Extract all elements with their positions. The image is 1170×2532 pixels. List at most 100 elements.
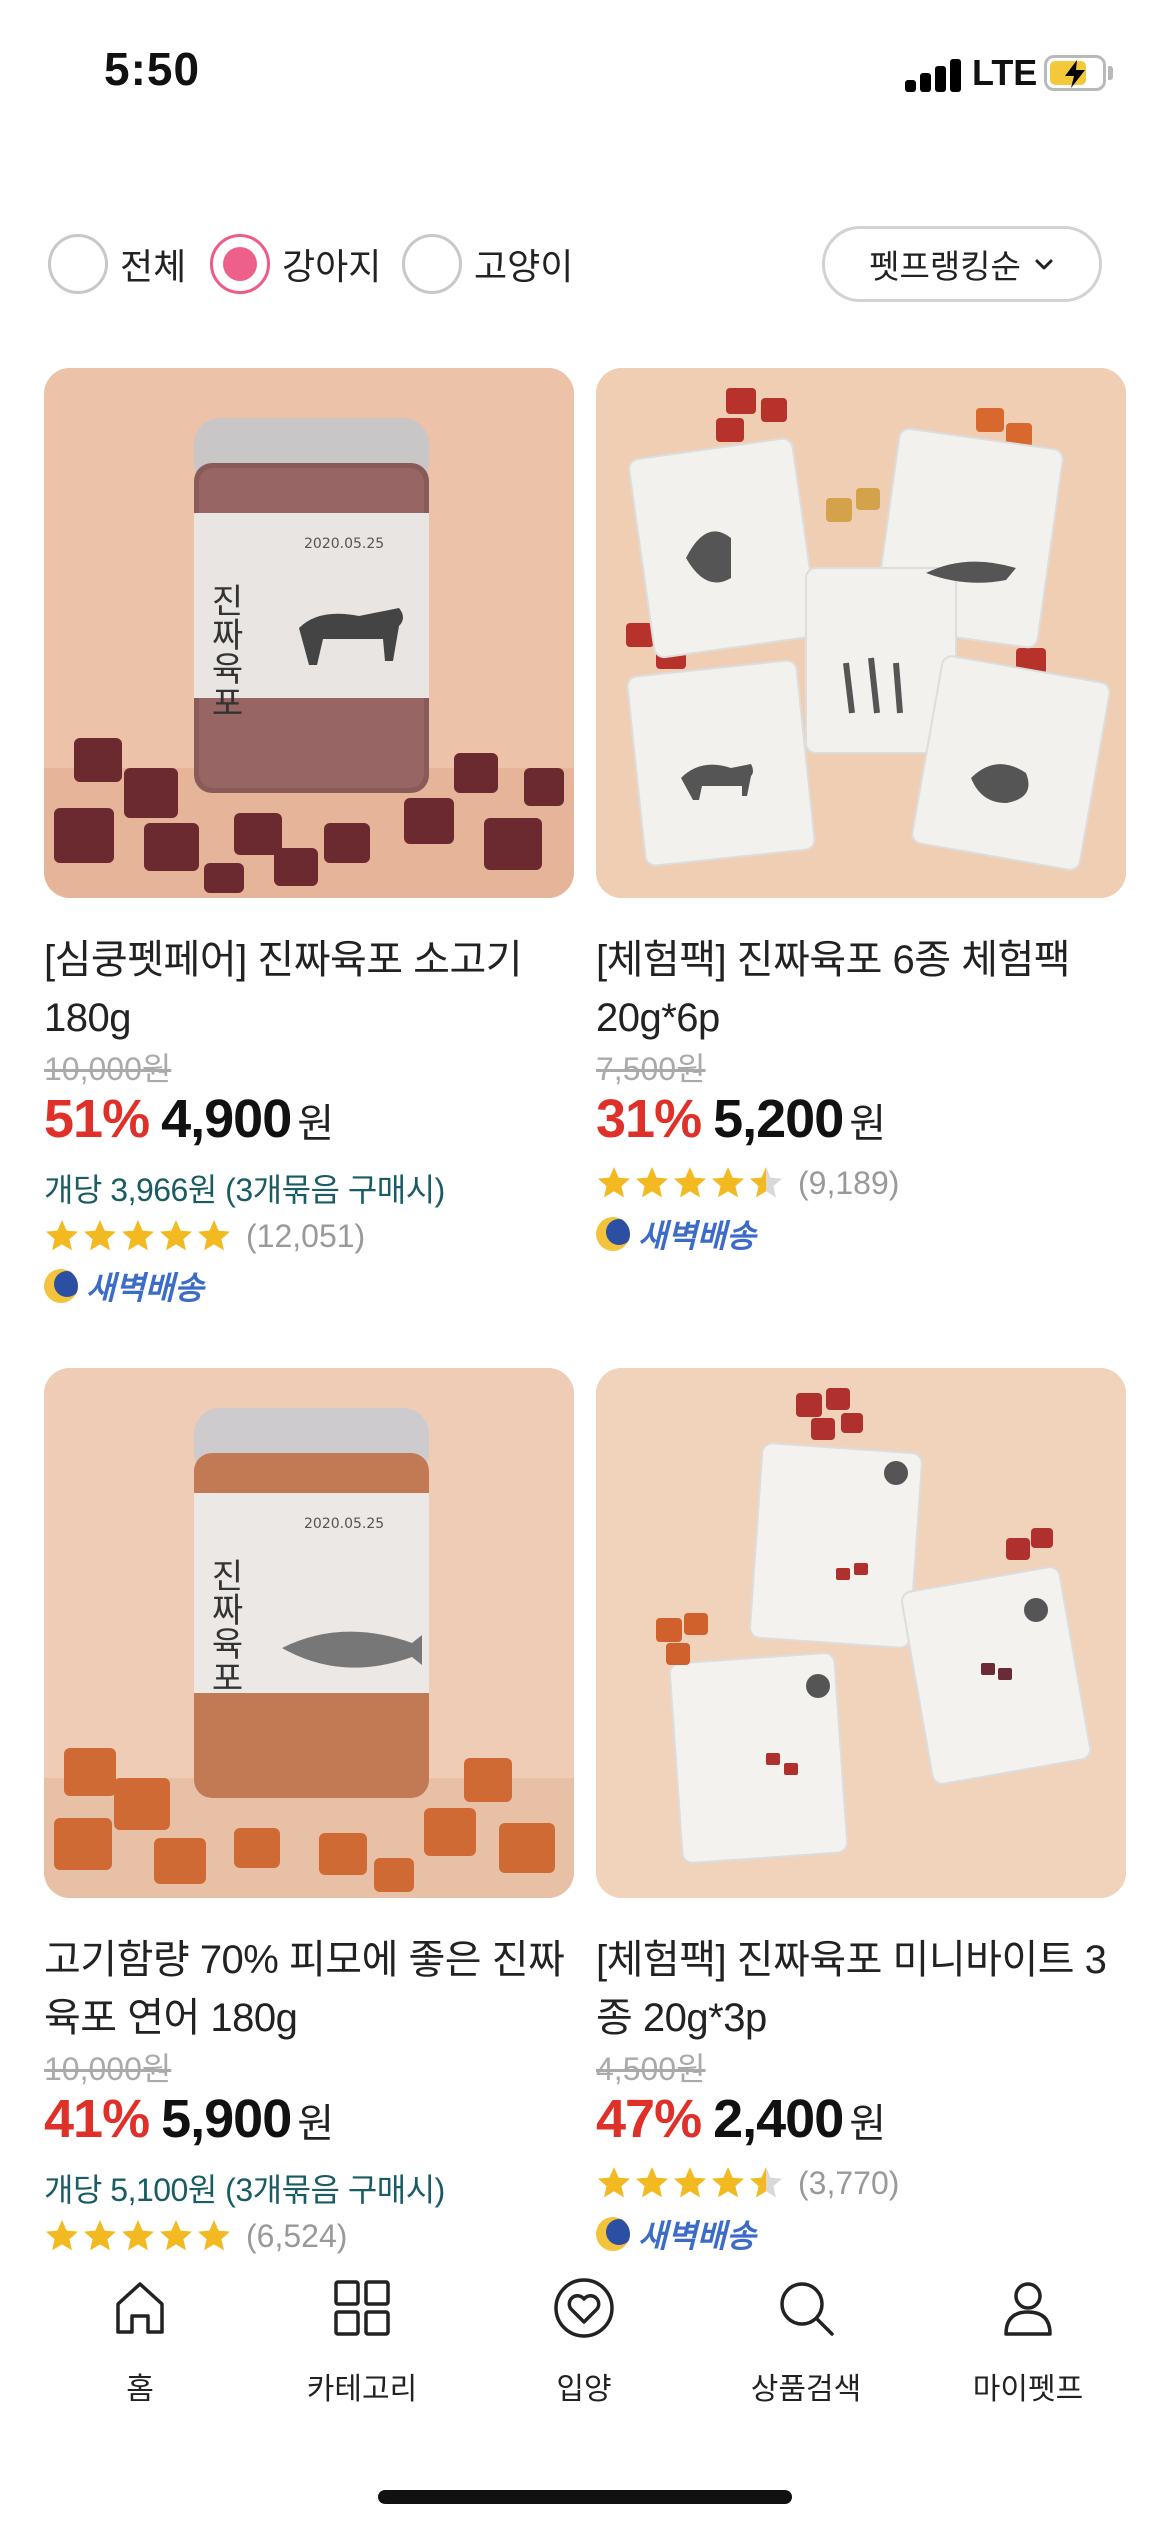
product-card[interactable]: [체험팩] 진짜육포 6종 체험팩 20g*6p 7,500원 31% 5,20… [596,368,1126,1268]
star-rating [596,1165,786,1201]
price-row: 47% 2,400 원 [596,2088,886,2154]
product-title[interactable]: 고기함량 70% 피모에 좋은 진짜육포 연어 180g [44,1931,584,2047]
star-icon [674,1167,706,1198]
moon-icon [596,1217,630,1251]
filter-all[interactable]: 전체 [48,232,186,296]
radio-circle[interactable] [48,234,108,294]
moon-icon [44,1269,78,1303]
jar-date: 2020.05.25 [304,1516,384,1532]
product-card[interactable]: [체험팩] 진짜육포 미니바이트 3종 20g*3p 4,500원 47% 2,… [596,1368,1126,2258]
jar-label: 진짜육포 [204,1558,244,1694]
grid-icon [334,2280,390,2336]
product-image[interactable]: 진짜육포 2020.05.25 [44,1368,574,1898]
star-icon [198,2220,230,2251]
sale-price: 2,400 [713,2089,844,2149]
bottom-nav: 홈 카테고리 입양 상품검색 마이펫프 [0,2258,1170,2408]
discount-rate: 51% [44,1089,150,1149]
nav-adoption[interactable]: 입양 [484,2258,684,2408]
star-icon [84,2220,116,2251]
sale-price: 5,200 [713,1089,844,1149]
price-row: 31% 5,200 원 [596,1088,886,1154]
product-title[interactable]: [체험팩] 진짜육포 미니바이트 3종 20g*3p [596,1931,1136,2047]
nav-category-label: 카테고리 [306,2373,418,2406]
radio-circle[interactable] [402,234,462,294]
star-icon [750,1167,782,1198]
home-indicator [378,2490,792,2504]
review-count: (9,189) [798,1164,900,1201]
review-count: (3,770) [798,2164,900,2201]
rating: (12,051) [44,1216,365,1256]
star-icon [160,1220,192,1251]
star-icon [598,2167,630,2198]
nav-home-label: 홈 [126,2373,154,2406]
discount-rate: 31% [596,1089,702,1149]
currency-label: 원 [849,2102,887,2146]
star-icon [122,2220,154,2251]
product-image[interactable]: 진짜육포 2020.05.25 [44,368,574,898]
discount-rate: 41% [44,2089,150,2149]
product-image[interactable] [596,1368,1126,1898]
dawn-delivery-label: 새벽배송 [86,1270,204,1306]
star-icon [160,2220,192,2251]
product-image[interactable] [596,368,1126,898]
star-icon [198,1220,230,1251]
discount-rate: 47% [596,2089,702,2149]
nav-home[interactable]: 홈 [40,2258,240,2408]
currency-label: 원 [849,1102,887,1146]
star-icon [750,2167,782,2198]
dawn-delivery-badge: 새벽배송 [596,2214,756,2254]
product-card[interactable]: 진짜육포 2020.05.25 고기함량 70% 피모에 좋은 진짜육포 연어 … [44,1368,574,2258]
moon-icon [596,2217,630,2251]
nav-mypet-label: 마이펫프 [972,2373,1084,2406]
sale-price: 4,900 [161,1089,292,1149]
battery-tip [1108,66,1113,80]
filter-row: 전체 강아지 고양이 펫프랭킹순 [0,224,1170,304]
star-icon [84,1220,116,1251]
review-count: (12,051) [246,1217,366,1254]
star-icon [46,2220,78,2251]
rating: (6,524) [44,2216,347,2256]
star-rating [596,2165,786,2201]
star-rating [44,1218,234,1254]
status-bar: 5:50 LTE [0,0,1170,150]
dawn-delivery-badge: 새벽배송 [44,1266,204,1306]
nav-search-label: 상품검색 [750,2373,862,2406]
star-icon [712,1167,744,1198]
chevron-down-icon [1035,259,1053,270]
battery-icon [1044,55,1106,91]
jar-label: 진짜육포 [204,583,244,719]
carrier-label: LTE [972,52,1038,93]
heart-icon [554,2278,614,2338]
sort-dropdown[interactable]: 펫프랭킹순 [822,226,1102,302]
star-icon [636,2167,668,2198]
star-icon [636,1167,668,1198]
filter-cat-label: 고양이 [474,246,574,287]
filter-cat[interactable]: 고양이 [402,232,573,296]
filter-dog-label: 강아지 [282,246,382,287]
per-unit-price: 개당 5,100원 (3개묶음 구매시) [44,2172,445,2208]
status-time: 5:50 [104,43,201,95]
product-title[interactable]: [체험팩] 진짜육포 6종 체험팩 20g*6p [596,931,1136,1047]
filter-all-label: 전체 [120,246,187,287]
dawn-delivery-label: 새벽배송 [638,2218,756,2254]
product-title[interactable]: [심쿵펫페어] 진짜육포 소고기 180g [44,931,584,1047]
original-price: 4,500원 [596,2051,706,2087]
nav-search[interactable]: 상품검색 [706,2258,906,2408]
rating: (9,189) [596,1163,899,1203]
star-icon [598,1167,630,1198]
rating: (3,770) [596,2163,899,2203]
star-icon [674,2167,706,2198]
price-row: 41% 5,900 원 [44,2088,334,2154]
original-price: 10,000원 [44,2051,172,2087]
filter-dog[interactable]: 강아지 [210,232,381,296]
search-icon [780,2282,834,2336]
radio-circle-selected[interactable] [210,234,270,294]
original-price: 7,500원 [596,1051,706,1087]
review-count: (6,524) [246,2217,348,2254]
currency-label: 원 [297,1102,335,1146]
star-icon [122,1220,154,1251]
star-icon [712,2167,744,2198]
nav-mypet[interactable]: 마이펫프 [928,2258,1128,2408]
product-card[interactable]: 진짜육포 2020.05.25 [심쿵펫페어] 진짜육포 소고기 180g 10… [44,368,574,1306]
nav-category[interactable]: 카테고리 [262,2258,462,2408]
